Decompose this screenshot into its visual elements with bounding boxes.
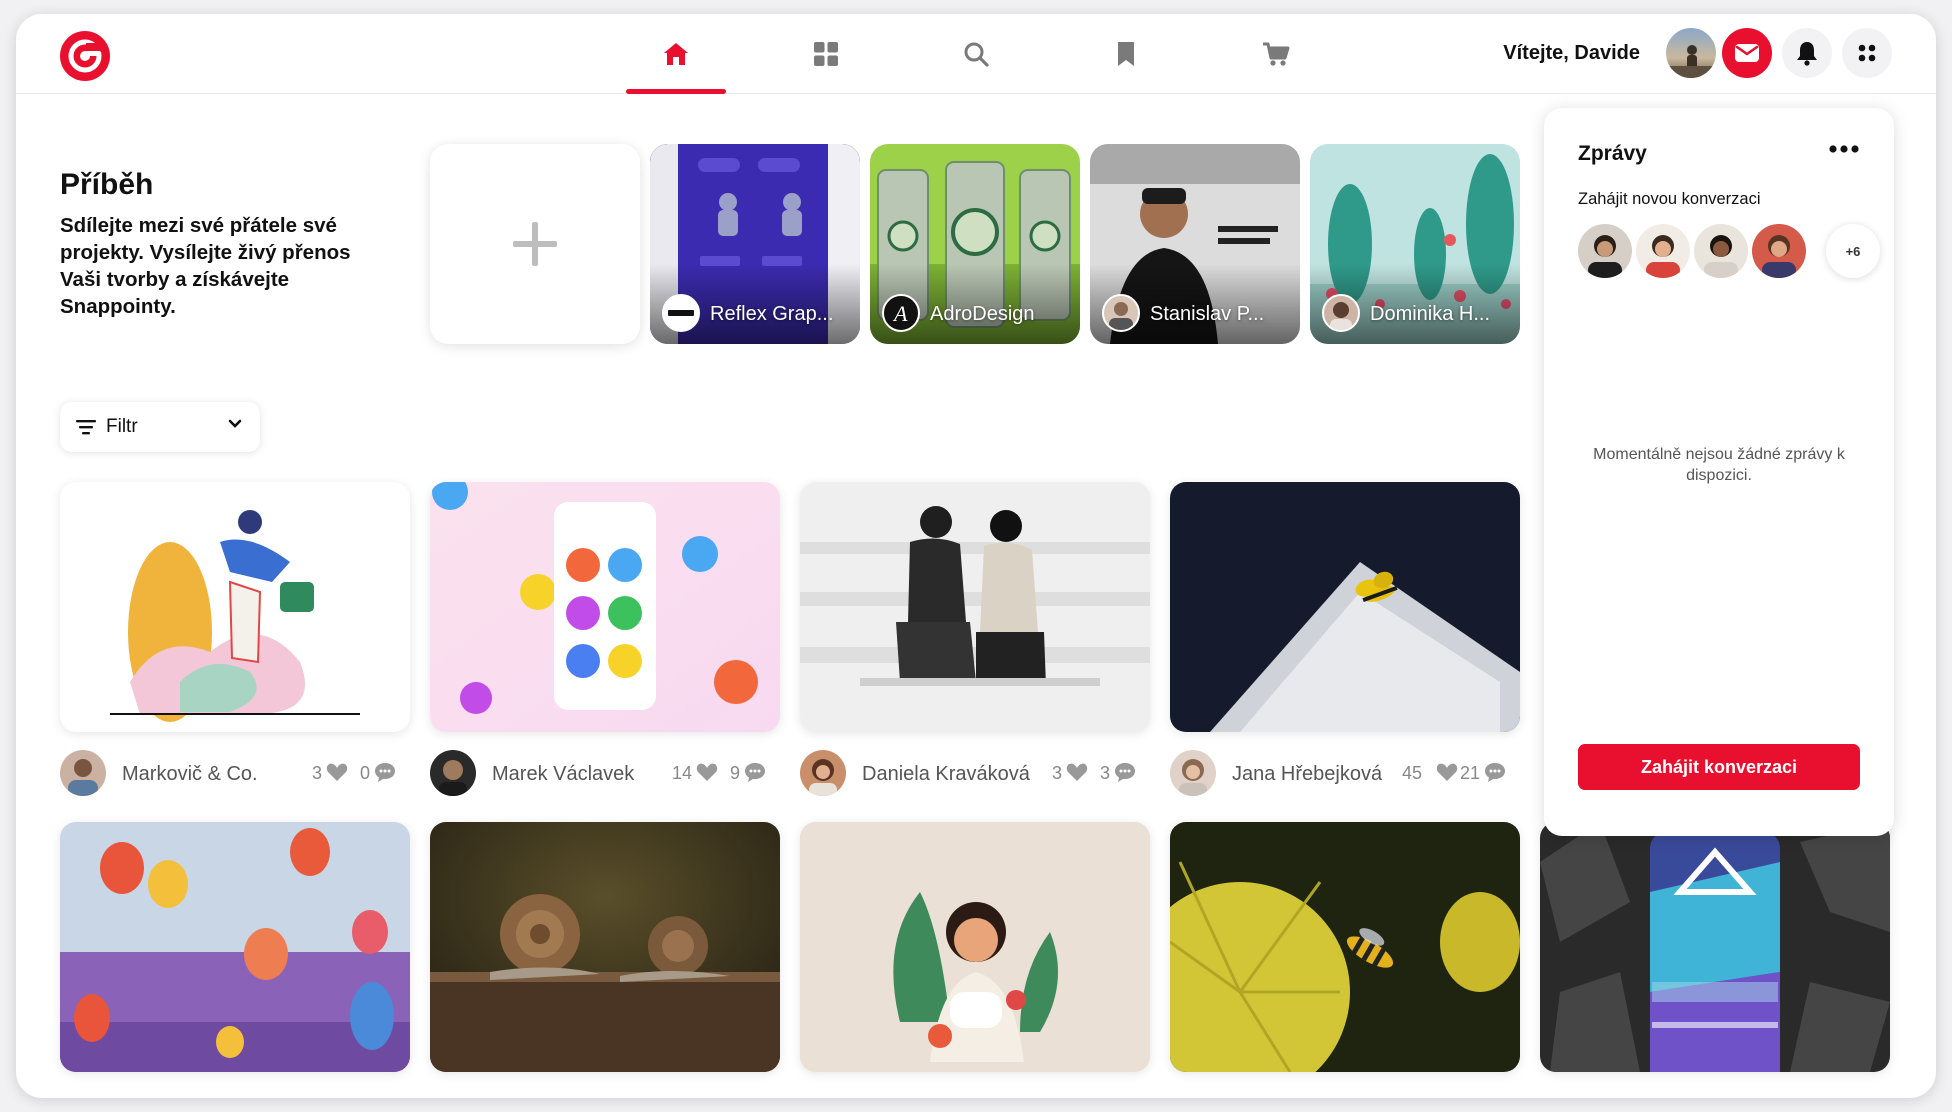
add-story-button[interactable] (430, 144, 640, 344)
author-name[interactable]: Markovič & Co. (122, 763, 258, 786)
story-item[interactable]: Dominika H... (1310, 144, 1520, 344)
apps-icon (1858, 44, 1876, 62)
author-name[interactable]: Marek Václavek (492, 763, 634, 786)
cart-icon (1263, 42, 1290, 66)
story-author: Dominika H... (1370, 303, 1491, 325)
chevron-down-icon (228, 419, 242, 428)
like-count: 3 (312, 763, 323, 783)
post-image[interactable] (430, 482, 780, 732)
comment-count: 9 (730, 763, 741, 783)
nav-cart[interactable] (1226, 14, 1326, 94)
comment-count: 21 (1460, 763, 1481, 783)
story-avatar (1322, 294, 1360, 332)
top-bar: Vítejte, Davide (16, 14, 1936, 94)
post-meta: Markovič & Co. 3 0 (60, 748, 410, 796)
author-avatar[interactable] (800, 750, 846, 796)
post-image[interactable] (60, 822, 410, 1072)
story-avatar (1102, 294, 1140, 332)
messages-panel: Zprávy Zahájit novou konverzaci +6 Momen… (1544, 108, 1894, 836)
apps-button[interactable] (1842, 28, 1892, 78)
panel-title: Zprávy (1578, 142, 1647, 165)
app-window: Vítejte, Davide Příběh Sdílejte mezi své… (16, 14, 1936, 1098)
bookmark-icon (1118, 42, 1134, 66)
comment-icon[interactable] (1484, 762, 1506, 782)
story-description: Sdílejte mezi své přátele své projekty. … (60, 214, 351, 318)
bell-icon (1797, 42, 1817, 66)
plus-icon (513, 222, 557, 266)
grid-icon (814, 42, 838, 66)
heart-icon[interactable] (696, 762, 718, 782)
post-image[interactable] (1170, 482, 1520, 732)
comment-count: 3 (1100, 763, 1111, 783)
post-image[interactable] (800, 482, 1150, 732)
heart-icon[interactable] (1066, 762, 1088, 782)
author-avatar[interactable] (430, 750, 476, 796)
more-horizontal-icon (1829, 145, 1859, 153)
story-title: Příběh (60, 168, 154, 201)
user-avatar[interactable] (1666, 28, 1716, 78)
search-icon (964, 42, 989, 67)
heart-icon[interactable] (326, 762, 348, 782)
welcome-text: Vítejte, Davide (1503, 42, 1640, 64)
contact-avatar[interactable] (1578, 224, 1632, 278)
mail-icon (1735, 44, 1759, 62)
like-count: 3 (1052, 763, 1063, 783)
filter-dropdown[interactable]: Filtr (60, 402, 260, 452)
nav-search[interactable] (926, 14, 1026, 94)
logo-icon[interactable] (60, 31, 110, 81)
like-count: 14 (672, 763, 693, 783)
post-meta: Jana Hřebejková 45 21 (1170, 748, 1520, 796)
story-author: AdroDesign (930, 303, 1035, 325)
post-image[interactable] (1540, 822, 1890, 1072)
post-image[interactable] (1170, 822, 1520, 1072)
new-conversation-label: Zahájit novou konverzaci (1578, 190, 1761, 208)
filter-icon (76, 420, 96, 435)
contact-avatar[interactable] (1752, 224, 1806, 278)
more-contacts-badge[interactable]: +6 (1826, 224, 1880, 278)
story-avatar: A (882, 294, 920, 332)
nav-grid[interactable] (776, 14, 876, 94)
story-item[interactable]: A AdroDesign (870, 144, 1080, 344)
notifications-button[interactable] (1782, 28, 1832, 78)
contact-avatar[interactable] (1694, 224, 1748, 278)
svg-text:A: A (892, 301, 908, 326)
nav-saved[interactable] (1076, 14, 1176, 94)
author-avatar[interactable] (1170, 750, 1216, 796)
comment-icon[interactable] (374, 762, 396, 782)
contact-avatar[interactable] (1636, 224, 1690, 278)
story-author: Reflex Grap... (710, 303, 834, 325)
like-count: 45 (1402, 763, 1423, 783)
home-icon (664, 43, 688, 65)
story-author: Stanislav P... (1150, 303, 1265, 325)
comment-icon[interactable] (744, 762, 766, 782)
author-avatar[interactable] (60, 750, 106, 796)
story-avatar (662, 294, 700, 332)
post-meta: Marek Václavek 14 9 (430, 748, 780, 796)
post-image[interactable] (800, 822, 1150, 1072)
comment-count: 0 (360, 763, 371, 783)
story-item[interactable]: Stanislav P... (1090, 144, 1300, 344)
nav-home[interactable] (626, 14, 726, 94)
heart-icon[interactable] (1436, 762, 1458, 782)
post-meta: Daniela Kraváková 3 3 (800, 748, 1150, 796)
panel-more-button[interactable] (1824, 134, 1864, 164)
messages-button[interactable] (1722, 28, 1772, 78)
story-item[interactable]: Reflex Grap... (650, 144, 860, 344)
author-name[interactable]: Jana Hřebejková (1232, 763, 1382, 786)
post-image[interactable] (60, 482, 410, 732)
start-conversation-button[interactable]: Zahájit konverzaci (1578, 744, 1860, 790)
post-image[interactable] (430, 822, 780, 1072)
comment-icon[interactable] (1114, 762, 1136, 782)
empty-messages-text: Momentálně nejsou žádné zprávy k dispozi… (1593, 446, 1845, 484)
filter-label: Filtr (106, 416, 138, 437)
author-name[interactable]: Daniela Kraváková (862, 763, 1030, 786)
